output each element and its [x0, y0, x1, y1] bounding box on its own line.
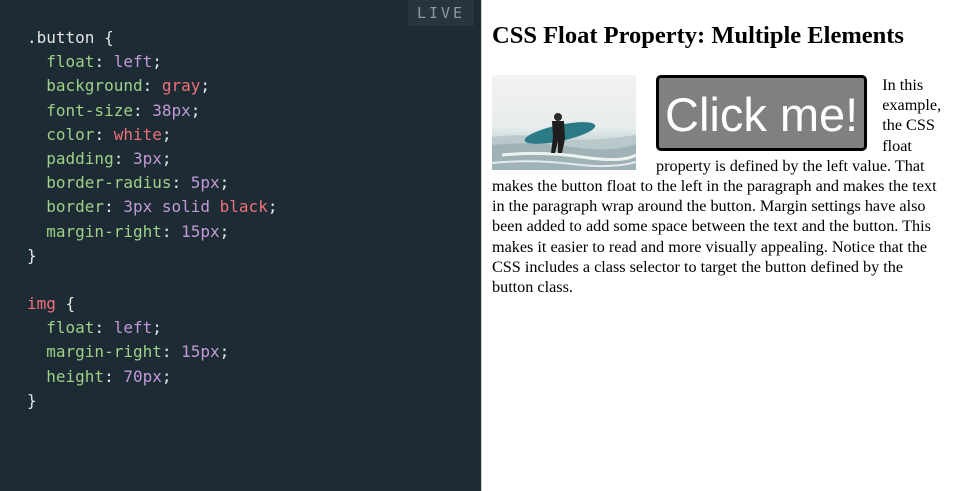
code-token-punc: : — [104, 197, 124, 217]
code-line: } — [27, 244, 277, 268]
code-token-punc — [27, 149, 46, 168]
code-token-kw: black — [219, 197, 268, 217]
code-token-punc — [27, 173, 46, 192]
code-token-prop: border — [46, 197, 105, 217]
code-token-punc: ; — [161, 124, 172, 144]
code-token-punc: ; — [200, 76, 211, 96]
code-token-punc: : — [142, 76, 162, 96]
code-token-punc: : — [161, 221, 182, 241]
code-token-punc: : — [113, 148, 133, 168]
code-line: border-radius: 5px; — [27, 171, 277, 195]
code-token-val: 15px — [181, 221, 220, 241]
code-token-punc — [27, 342, 46, 361]
code-line: margin-right: 15px; — [27, 220, 277, 244]
code-token-punc: { — [94, 28, 114, 47]
code-token-kw: white — [113, 124, 162, 144]
code-token-prop: padding — [46, 148, 114, 168]
code-token-val: 15px — [181, 342, 220, 362]
code-token-punc: ; — [219, 221, 230, 241]
surfer-photo — [492, 75, 636, 170]
css-code-block[interactable]: .button { float: left; background: gray;… — [27, 26, 277, 413]
code-line: .button { — [27, 26, 277, 50]
code-editor-panel[interactable]: LIVE .button { float: left; background: … — [0, 0, 481, 491]
preview-content: Click me! In this example, the CSS float… — [492, 75, 946, 297]
code-token-prop: margin-right — [46, 342, 162, 362]
code-line: color: white; — [27, 123, 277, 147]
page-heading: CSS Float Property: Multiple Elements — [492, 22, 904, 49]
code-line: padding: 3px; — [27, 147, 277, 171]
code-token-punc: } — [27, 245, 37, 265]
code-line: float: left; — [27, 50, 277, 74]
code-token-val: 3px solid — [123, 197, 220, 217]
code-token-punc — [27, 197, 46, 216]
code-token-val: left — [113, 318, 153, 338]
code-token-punc: : — [94, 124, 114, 144]
code-token-punc — [27, 222, 46, 241]
code-line: border: 3px solid black; — [27, 195, 277, 219]
code-line: background: gray; — [27, 74, 277, 98]
code-token-prop: border-radius — [46, 173, 172, 193]
code-token-punc: ; — [190, 100, 201, 120]
surfer-image — [492, 75, 636, 170]
code-token-punc: ; — [152, 52, 162, 72]
code-token-prop: float — [46, 52, 95, 72]
code-line: } — [27, 389, 277, 413]
code-token-punc: ; — [267, 197, 278, 217]
code-token-sel: .button — [27, 28, 95, 47]
code-token-prop: height — [46, 366, 105, 386]
code-token-punc: : — [94, 52, 114, 72]
code-token-punc: ; — [219, 173, 230, 193]
code-token-punc: : — [161, 342, 182, 362]
code-token-prop: font-size — [46, 100, 133, 120]
code-token-val: 5px — [190, 173, 220, 193]
code-token-tag: img — [27, 294, 56, 314]
code-token-punc — [27, 101, 46, 120]
code-token-punc — [27, 76, 46, 95]
code-token-punc: ; — [161, 148, 172, 168]
code-token-punc: } — [27, 390, 37, 410]
code-token-val: 38px — [152, 100, 191, 120]
code-token-punc — [27, 125, 46, 144]
code-token-prop: float — [46, 318, 95, 338]
code-token-punc — [27, 52, 46, 71]
code-token-punc: : — [104, 366, 124, 386]
preview-panel: CSS Float Property: Multiple Elements Cl… — [482, 0, 958, 491]
live-badge: LIVE — [408, 0, 474, 26]
code-token-punc: ; — [161, 366, 172, 386]
code-line: float: left; — [27, 316, 277, 340]
click-me-button[interactable]: Click me! — [656, 75, 868, 151]
code-token-punc: ; — [152, 318, 162, 338]
code-token-val: 70px — [123, 366, 162, 386]
code-token-val: 3px — [132, 148, 162, 168]
code-line: margin-right: 15px; — [27, 340, 277, 364]
code-token-punc — [27, 367, 46, 386]
code-line: img { — [27, 292, 277, 316]
code-token-punc — [27, 318, 46, 337]
code-token-kw: gray — [161, 76, 201, 96]
code-token-prop: background — [46, 76, 143, 96]
code-token-val: left — [113, 52, 153, 72]
code-line: height: 70px; — [27, 365, 277, 389]
code-token-punc: { — [55, 294, 76, 314]
code-line: font-size: 38px; — [27, 99, 277, 123]
code-token-punc: : — [171, 173, 191, 193]
code-token-punc: : — [132, 100, 153, 120]
code-token-punc: : — [94, 318, 114, 338]
code-token-prop: color — [46, 124, 95, 144]
code-token-prop: margin-right — [46, 221, 162, 241]
code-token-punc: ; — [219, 342, 230, 362]
